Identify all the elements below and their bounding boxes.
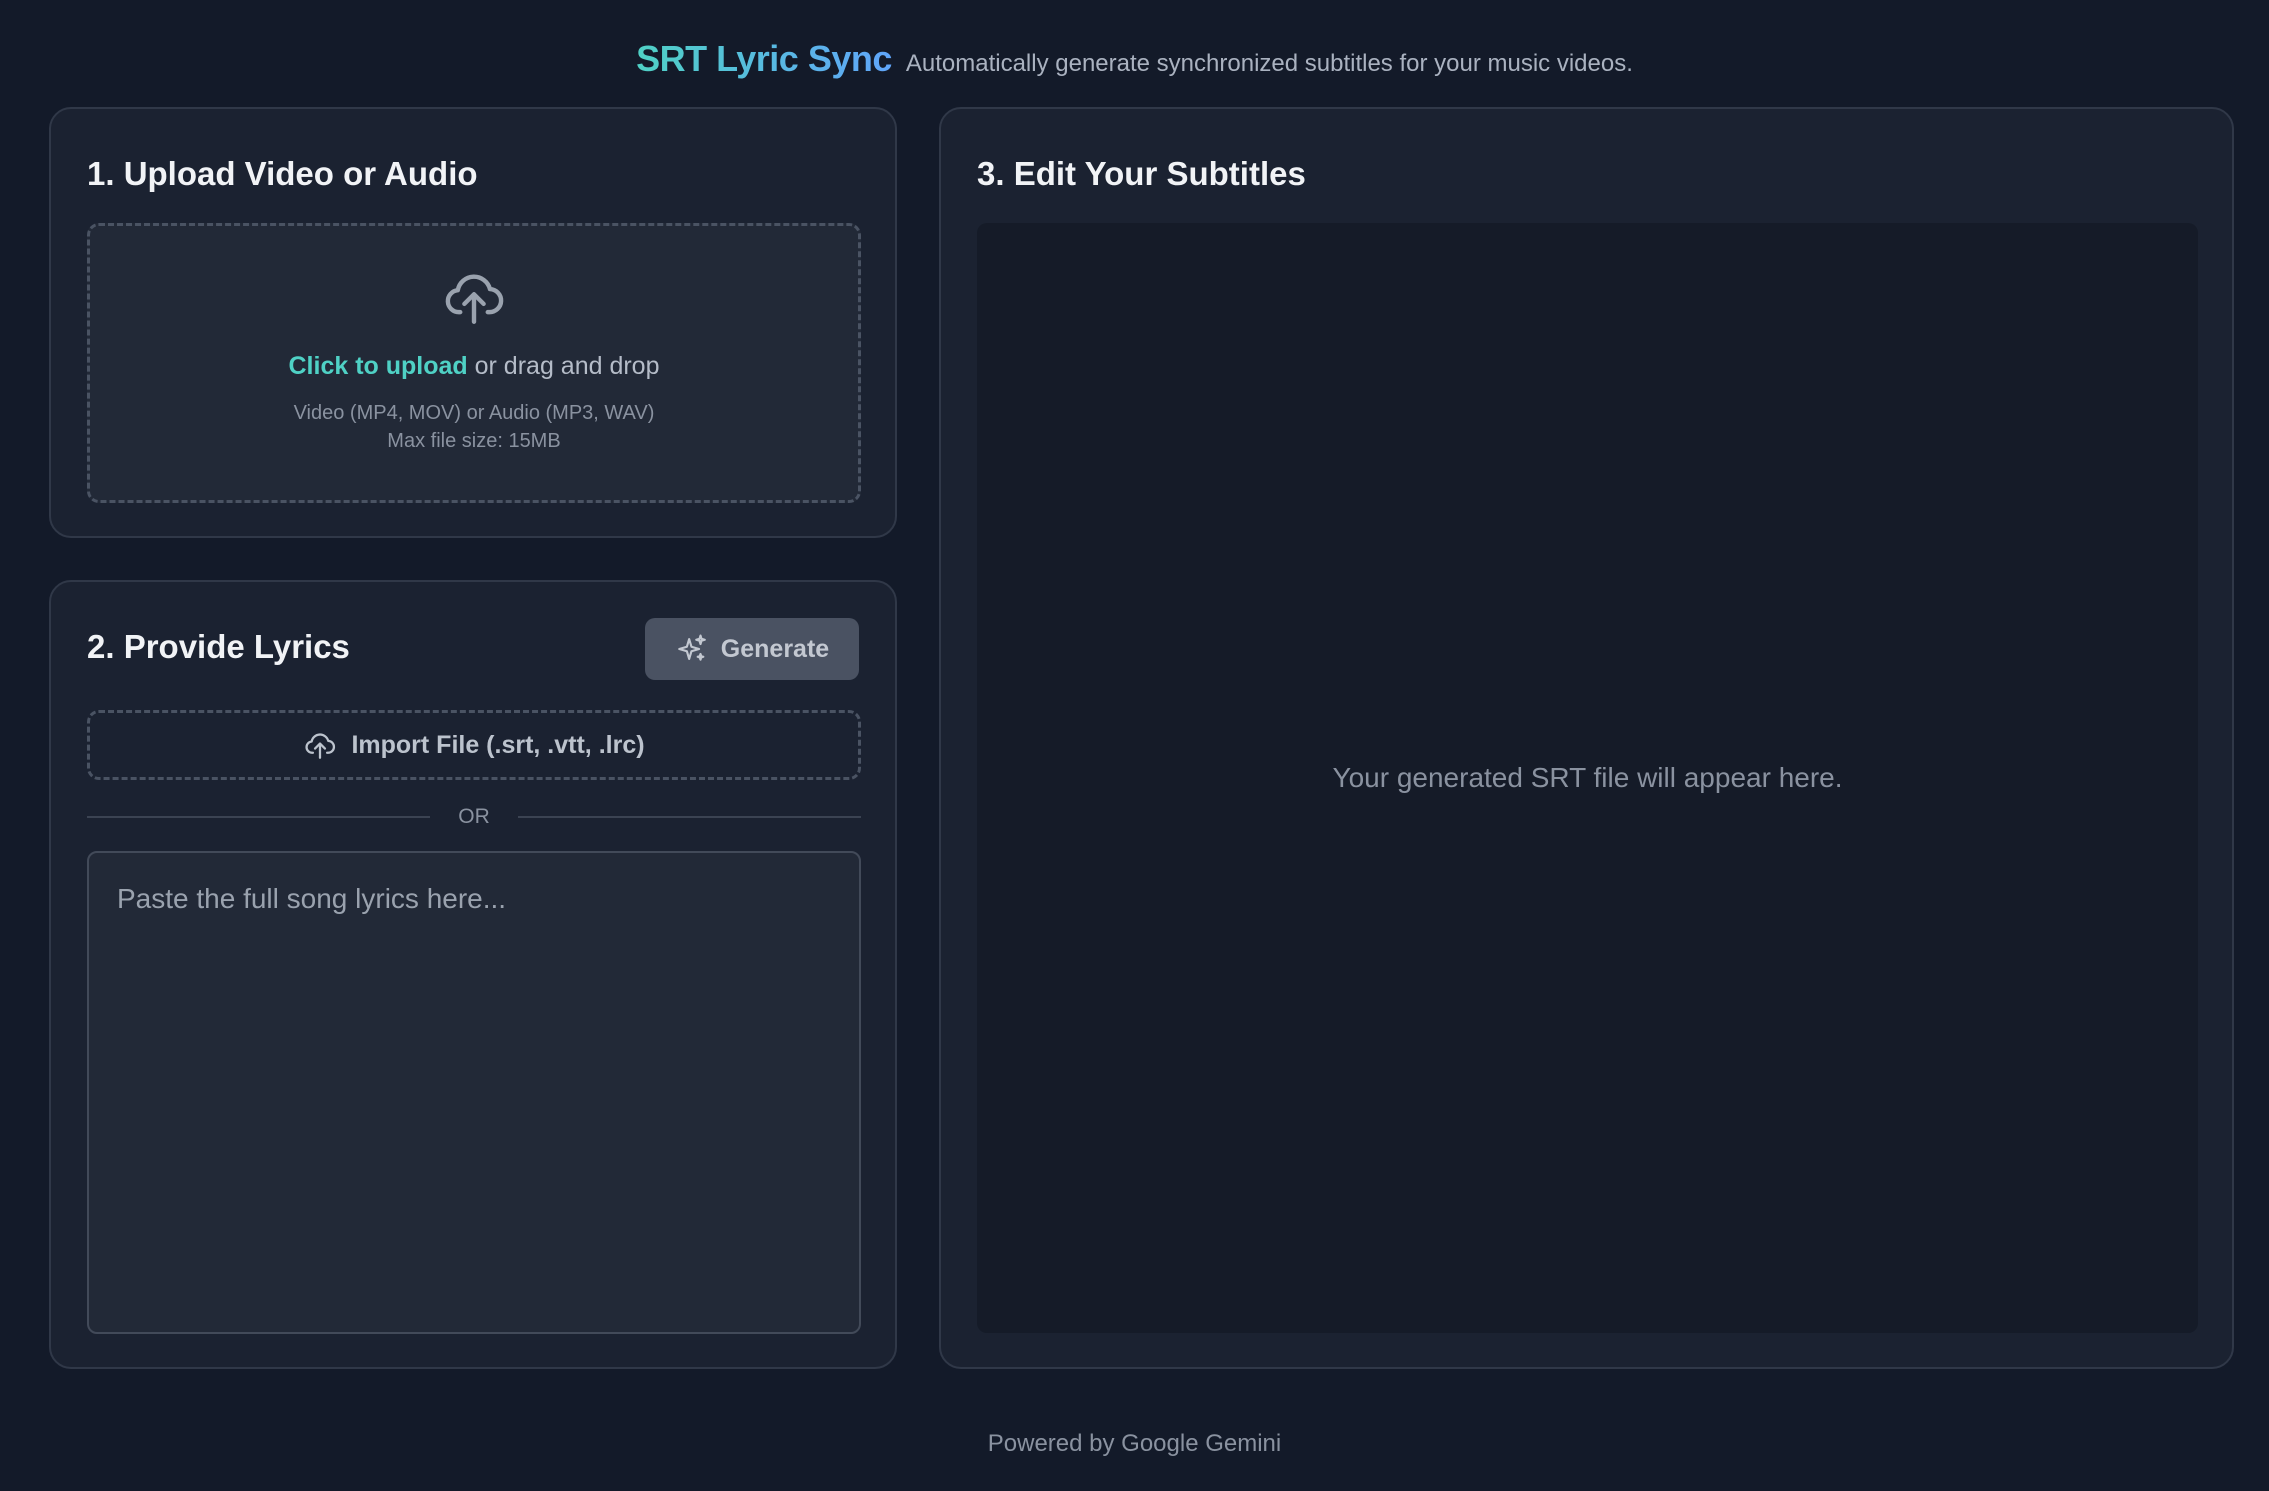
lyrics-card-title: 2. Provide Lyrics (87, 628, 350, 665)
editor-card-title: 3. Edit Your Subtitles (977, 155, 1306, 192)
subtitle-editor-card: 3. Edit Your Subtitles Your generated SR… (939, 107, 2234, 1369)
lyrics-card: 2. Provide Lyrics Generate Import File (… (49, 580, 897, 1369)
divider-text: OR (458, 805, 490, 828)
divider-line (517, 816, 861, 818)
srt-placeholder: Your generated SRT file will appear here… (1332, 762, 1843, 793)
click-to-upload-link[interactable]: Click to upload (289, 352, 468, 380)
app-header: SRT Lyric Sync Automatically generate sy… (0, 38, 2269, 80)
cloud-upload-icon (305, 733, 336, 759)
upload-card-title: 1. Upload Video or Audio (87, 155, 478, 192)
cloud-upload-icon (445, 274, 504, 324)
upload-max-size: Max file size: 15MB (387, 430, 561, 452)
generate-label: Generate (720, 634, 830, 663)
sparkles-icon (677, 634, 706, 661)
upload-dropzone[interactable]: Click to upload or drag and drop Video (… (87, 223, 861, 503)
lyrics-textarea[interactable] (87, 851, 861, 1334)
app-subtitle: Automatically generate synchronized subt… (905, 50, 1633, 77)
divider-line (87, 816, 431, 818)
app-title: SRT Lyric Sync (636, 38, 892, 79)
generate-button[interactable]: Generate (645, 618, 859, 680)
upload-formats: Video (MP4, MOV) or Audio (MP3, WAV) (293, 402, 655, 424)
upload-instructions: Click to upload or drag and drop (289, 352, 660, 381)
import-file-label: Import File (.srt, .vtt, .lrc) (351, 730, 645, 759)
upload-card: 1. Upload Video or Audio Click to upload… (49, 107, 897, 538)
import-file-button[interactable]: Import File (.srt, .vtt, .lrc) (87, 710, 861, 780)
drag-drop-text: or drag and drop (467, 352, 660, 380)
footer-text: Powered by Google Gemini (987, 1430, 1282, 1457)
or-divider: OR (87, 802, 861, 832)
srt-output-area: Your generated SRT file will appear here… (977, 223, 2198, 1333)
